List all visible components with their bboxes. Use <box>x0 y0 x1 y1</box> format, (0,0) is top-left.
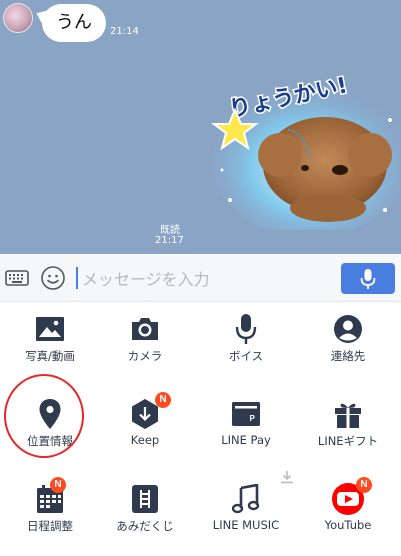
microphone-icon <box>235 314 257 344</box>
message-input-placeholder: メッセージを入力 <box>82 270 210 289</box>
download-icon[interactable] <box>280 470 294 484</box>
menu-item-label: ボイス <box>228 349 264 363</box>
menu-item-label: Keep <box>130 433 160 447</box>
wallet-icon: P <box>232 402 260 426</box>
message-bubble[interactable]: うん <box>42 4 106 42</box>
menu-item-keep[interactable]: N Keep <box>95 387 195 471</box>
menu-item-amidakuji[interactable]: あみだくじ <box>95 472 195 556</box>
camera-icon <box>132 318 158 340</box>
menu-item-photo[interactable]: 写真/動画 <box>0 302 100 386</box>
read-receipt: 既読 <box>160 225 180 236</box>
menu-item-location[interactable]: 位置情報 <box>0 387 100 471</box>
microphone-icon <box>360 268 376 289</box>
menu-item-schedule[interactable]: N 日程調整 <box>0 472 100 556</box>
new-badge: N <box>356 477 372 493</box>
new-badge: N <box>50 477 66 493</box>
menu-item-line-pay[interactable]: P LINE Pay <box>196 387 296 471</box>
message-input[interactable]: メッセージを入力 <box>76 262 326 294</box>
menu-item-contact[interactable]: 連絡先 <box>298 302 398 386</box>
dog-sticker[interactable]: りょうかい! <box>210 60 400 230</box>
menu-item-label: 連絡先 <box>330 349 366 363</box>
menu-item-label: あみだくじ <box>116 519 174 533</box>
menu-item-youtube[interactable]: N YouTube <box>298 472 398 556</box>
sticker-timestamp: 21:17 <box>155 235 184 246</box>
menu-item-label: LINEギフト <box>317 434 379 448</box>
contact-icon <box>334 315 362 343</box>
svg-text:P: P <box>250 414 256 423</box>
message-input-bar: メッセージを入力 <box>0 254 401 302</box>
emoji-icon[interactable] <box>40 265 66 291</box>
music-note-icon <box>232 484 260 514</box>
menu-item-voice[interactable]: ボイス <box>196 302 296 386</box>
photo-icon <box>36 317 64 341</box>
menu-item-label: LINE MUSIC <box>212 518 280 532</box>
avatar[interactable] <box>3 3 33 33</box>
menu-item-line-gift[interactable]: LINEギフト <box>298 387 398 471</box>
menu-item-label: 日程調整 <box>27 519 73 533</box>
voice-message-button[interactable] <box>341 263 395 294</box>
keyboard-icon[interactable] <box>5 266 29 290</box>
menu-item-label: YouTube <box>324 518 372 532</box>
menu-item-camera[interactable]: カメラ <box>95 302 195 386</box>
menu-item-label: カメラ <box>127 349 163 363</box>
location-pin-icon <box>39 399 61 429</box>
chat-area[interactable]: うん 21:14 りょうかい! 既読 21:17 <box>0 0 401 254</box>
menu-item-label: LINE Pay <box>221 433 271 447</box>
new-badge: N <box>155 392 171 408</box>
menu-item-label: 位置情報 <box>27 434 73 448</box>
menu-item-line-music[interactable]: LINE MUSIC <box>196 472 296 556</box>
message-timestamp: 21:14 <box>110 26 139 37</box>
menu-item-label: 写真/動画 <box>25 349 75 363</box>
gift-icon <box>335 403 361 428</box>
text-caret <box>76 267 78 289</box>
amidakuji-icon <box>132 485 158 513</box>
attachment-menu: 写真/動画 カメラ ボイス 連絡先 位置情報 N Keep P LINE Pay… <box>0 302 401 556</box>
